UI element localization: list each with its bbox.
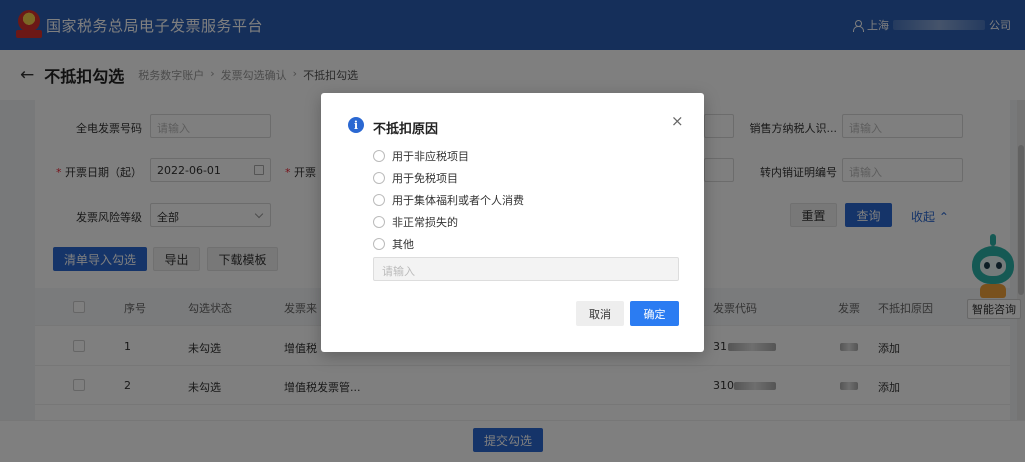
reason-option[interactable]: 其他 — [373, 236, 414, 252]
radio-button[interactable] — [373, 238, 385, 250]
cancel-button[interactable]: 取消 — [576, 301, 624, 326]
close-icon[interactable]: × — [671, 112, 684, 130]
other-reason-input[interactable]: 请输入 — [373, 257, 679, 281]
radio-button[interactable] — [373, 150, 385, 162]
radio-button[interactable] — [373, 194, 385, 206]
reason-option[interactable]: 用于集体福利或者个人消费 — [373, 192, 524, 208]
reason-option-label: 其他 — [392, 238, 414, 251]
reason-option-label: 用于非应税项目 — [392, 150, 469, 163]
reason-option[interactable]: 用于非应税项目 — [373, 148, 469, 164]
reason-option[interactable]: 用于免税项目 — [373, 170, 458, 186]
dialog-title: 不抵扣原因 — [373, 122, 439, 137]
reason-option-label: 非正常损失的 — [392, 216, 458, 229]
info-icon: i — [348, 117, 364, 133]
radio-button[interactable] — [373, 172, 385, 184]
reason-option-label: 用于集体福利或者个人消费 — [392, 194, 524, 207]
reason-option[interactable]: 非正常损失的 — [373, 214, 458, 230]
confirm-button[interactable]: 确定 — [630, 301, 679, 326]
reason-option-label: 用于免税项目 — [392, 172, 458, 185]
reason-dialog: i 不抵扣原因 × 用于非应税项目 用于免税项目 用于集体福利或者个人消费 非正… — [321, 93, 704, 352]
radio-button[interactable] — [373, 216, 385, 228]
